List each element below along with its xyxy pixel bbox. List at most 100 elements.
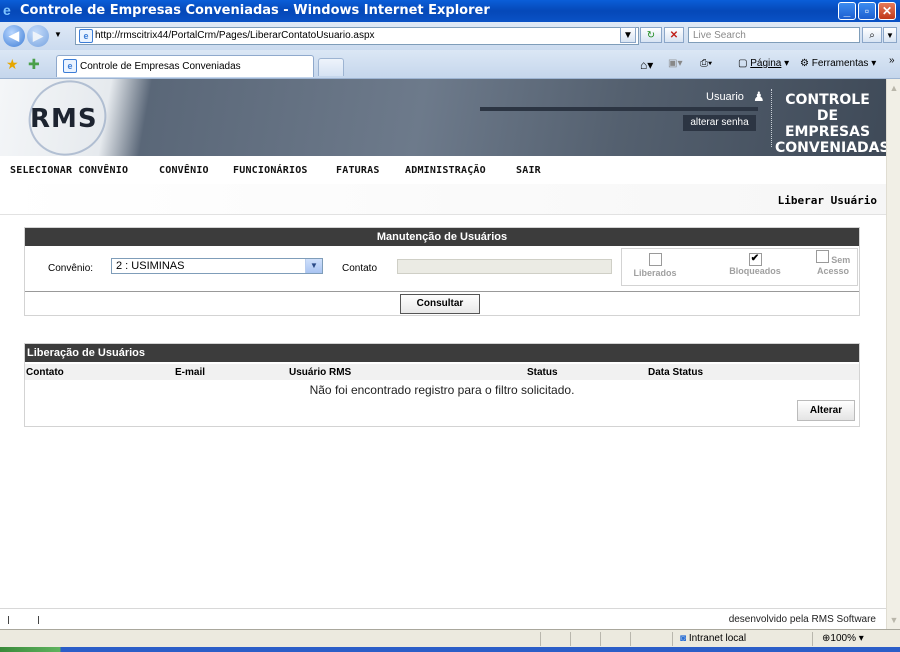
liberados-checkbox[interactable] bbox=[648, 253, 662, 266]
feeds-icon[interactable]: ▣▾ bbox=[668, 58, 682, 69]
release-panel: Liberação de Usuários Contato E-mail Usu… bbox=[24, 343, 860, 427]
maximize-button[interactable]: ▫ bbox=[858, 2, 876, 20]
taskbar-edge bbox=[0, 647, 900, 652]
window-title: Controle de Empresas Conveniadas - Windo… bbox=[20, 3, 490, 18]
search-options-icon[interactable]: ▼ bbox=[883, 27, 897, 43]
table-header bbox=[25, 364, 859, 380]
empty-message: Não foi encontrado registro para o filtr… bbox=[309, 383, 575, 397]
page-menu[interactable]: ▢ Página ▾ bbox=[738, 58, 789, 69]
site-banner: RMS Usuario ♟ alterar senha CONTROLE DE … bbox=[0, 79, 886, 170]
sem-acesso-label: Sem bbox=[831, 255, 851, 265]
history-dropdown-icon[interactable]: ▼ bbox=[54, 30, 62, 39]
security-zone[interactable]: ◙ Intranet local bbox=[680, 633, 746, 644]
header-divider bbox=[771, 89, 772, 147]
home-icon[interactable]: ⌂▾ bbox=[640, 58, 653, 72]
forward-icon[interactable]: ▶ bbox=[27, 25, 49, 47]
address-url: http://rmscitrix44/PortalCrm/Pages/Liber… bbox=[95, 30, 375, 41]
address-toolbar: ◀ ▶ ▼ e http://rmscitrix44/PortalCrm/Pag… bbox=[0, 22, 900, 50]
menu-administracao[interactable]: ADMINISTRAÇÃO bbox=[405, 165, 486, 176]
scroll-down-icon[interactable]: ▼ bbox=[888, 613, 900, 627]
address-dropdown-icon[interactable]: ▼ bbox=[620, 27, 636, 43]
main-menu: SELECIONAR CONVÊNIO CONVÊNIO FUNCIONÁRIO… bbox=[0, 156, 886, 185]
ie-logo-icon: e bbox=[3, 2, 11, 18]
toolbar-overflow-icon[interactable]: » bbox=[889, 55, 895, 66]
menu-faturas[interactable]: FATURAS bbox=[336, 165, 380, 176]
search-input[interactable]: Live Search bbox=[688, 27, 860, 43]
status-checkbox-group: Liberados ✔ Bloqueados Sem Acesso bbox=[621, 248, 858, 286]
status-bar: ◙ Intranet local ⊕100% ▾ bbox=[0, 629, 900, 648]
user-icon: ♟ bbox=[753, 89, 765, 104]
col-usuario-rms: Usuário RMS bbox=[289, 367, 352, 378]
scroll-up-icon[interactable]: ▲ bbox=[888, 81, 900, 95]
sem-acesso-label-2: Acesso bbox=[816, 266, 850, 276]
brand-line-2: DE EMPRESAS bbox=[784, 108, 871, 140]
status-divider bbox=[672, 632, 673, 646]
minimize-button[interactable]: _ bbox=[838, 2, 856, 20]
print-icon[interactable]: ⎙▾ bbox=[700, 58, 712, 69]
release-panel-title: Liberação de Usuários bbox=[25, 344, 859, 362]
menu-funcionarios[interactable]: FUNCIONÁRIOS bbox=[233, 165, 308, 176]
chevron-down-icon[interactable]: ▼ bbox=[305, 259, 322, 273]
tools-menu[interactable]: ⚙ Ferramentas ▾ bbox=[800, 58, 876, 69]
tools-menu-label: Ferramentas bbox=[811, 58, 869, 69]
col-contato: Contato bbox=[26, 367, 64, 378]
convenio-select[interactable]: 2 : USIMINAS ▼ bbox=[111, 258, 323, 274]
user-label: Usuario bbox=[706, 91, 744, 103]
menu-sair[interactable]: SAIR bbox=[516, 165, 541, 176]
liberados-label: Liberados bbox=[633, 268, 677, 278]
convenio-selected-value: 2 : USIMINAS bbox=[116, 260, 185, 272]
back-icon[interactable]: ◀ bbox=[3, 25, 25, 47]
col-data-status: Data Status bbox=[648, 367, 704, 378]
title-bar: Liberar Usuário bbox=[0, 184, 886, 215]
footer-divider bbox=[38, 616, 39, 624]
tab-row: ★ ✚ e Controle de Empresas Conveniadas ⌂▾… bbox=[0, 50, 900, 79]
change-password-link[interactable]: alterar senha bbox=[683, 115, 756, 131]
tab-active[interactable]: e Controle de Empresas Conveniadas bbox=[56, 55, 314, 77]
tab-label: Controle de Empresas Conveniadas bbox=[80, 61, 241, 72]
contato-input[interactable] bbox=[397, 259, 612, 274]
footer-divider bbox=[8, 616, 9, 624]
checkbox-liberados[interactable]: Liberados bbox=[630, 253, 680, 278]
col-status: Status bbox=[527, 367, 558, 378]
tab-page-icon: e bbox=[63, 59, 77, 74]
brand-title: CONTROLE DE EMPRESAS CONVENIADAS bbox=[775, 92, 886, 156]
checkbox-bloqueados[interactable]: ✔ Bloqueados bbox=[725, 253, 785, 276]
vertical-scrollbar[interactable]: ▲ ▼ bbox=[886, 79, 900, 629]
checkbox-sem-acesso[interactable]: Sem Acesso bbox=[809, 250, 857, 277]
favorites-star-icon[interactable]: ★ bbox=[6, 56, 19, 73]
security-zone-label: Intranet local bbox=[688, 633, 747, 644]
col-email: E-mail bbox=[175, 367, 206, 378]
add-favorites-icon[interactable]: ✚ bbox=[28, 56, 40, 73]
address-field[interactable]: e http://rmscitrix44/PortalCrm/Pages/Lib… bbox=[75, 27, 639, 45]
user-bar bbox=[480, 107, 758, 111]
status-divider bbox=[600, 632, 601, 646]
stop-icon[interactable]: ✕ bbox=[664, 27, 684, 43]
page-icon: e bbox=[79, 29, 93, 43]
search-icon[interactable]: ⌕ bbox=[862, 27, 882, 43]
new-tab-button[interactable] bbox=[318, 58, 344, 76]
bloqueados-checkbox[interactable]: ✔ bbox=[748, 253, 762, 266]
brand-line-1: CONTROLE bbox=[785, 92, 870, 108]
maintenance-panel: Manutenção de Usuários Convênio: 2 : USI… bbox=[24, 227, 860, 316]
consultar-button[interactable]: Consultar bbox=[400, 294, 480, 314]
divider bbox=[25, 291, 859, 292]
refresh-icon[interactable]: ↻ bbox=[640, 27, 662, 43]
maintenance-panel-title: Manutenção de Usuários bbox=[25, 228, 859, 246]
alterar-button[interactable]: Alterar bbox=[797, 400, 855, 421]
footer-credit: desenvolvido pela RMS Software bbox=[728, 614, 876, 625]
page-menu-label: Página bbox=[750, 58, 782, 69]
window-title-bar[interactable]: e Controle de Empresas Conveniadas - Win… bbox=[0, 0, 900, 22]
page-footer: desenvolvido pela RMS Software bbox=[0, 608, 886, 629]
zoom-control[interactable]: ⊕100% ▾ bbox=[822, 633, 864, 644]
menu-convenio[interactable]: CONVÊNIO bbox=[159, 165, 209, 176]
rms-logo: RMS bbox=[30, 104, 98, 134]
bloqueados-label: Bloqueados bbox=[729, 266, 781, 276]
sem-acesso-checkbox[interactable] bbox=[815, 250, 829, 263]
close-button[interactable]: ✕ bbox=[878, 2, 896, 20]
page-title: Liberar Usuário bbox=[777, 194, 877, 207]
status-divider bbox=[570, 632, 571, 646]
status-divider bbox=[540, 632, 541, 646]
convenio-label: Convênio: bbox=[48, 263, 94, 274]
brand-line-3: CONVENIADAS bbox=[775, 140, 886, 156]
menu-selecionar-convenio[interactable]: SELECIONAR CONVÊNIO bbox=[10, 165, 128, 176]
